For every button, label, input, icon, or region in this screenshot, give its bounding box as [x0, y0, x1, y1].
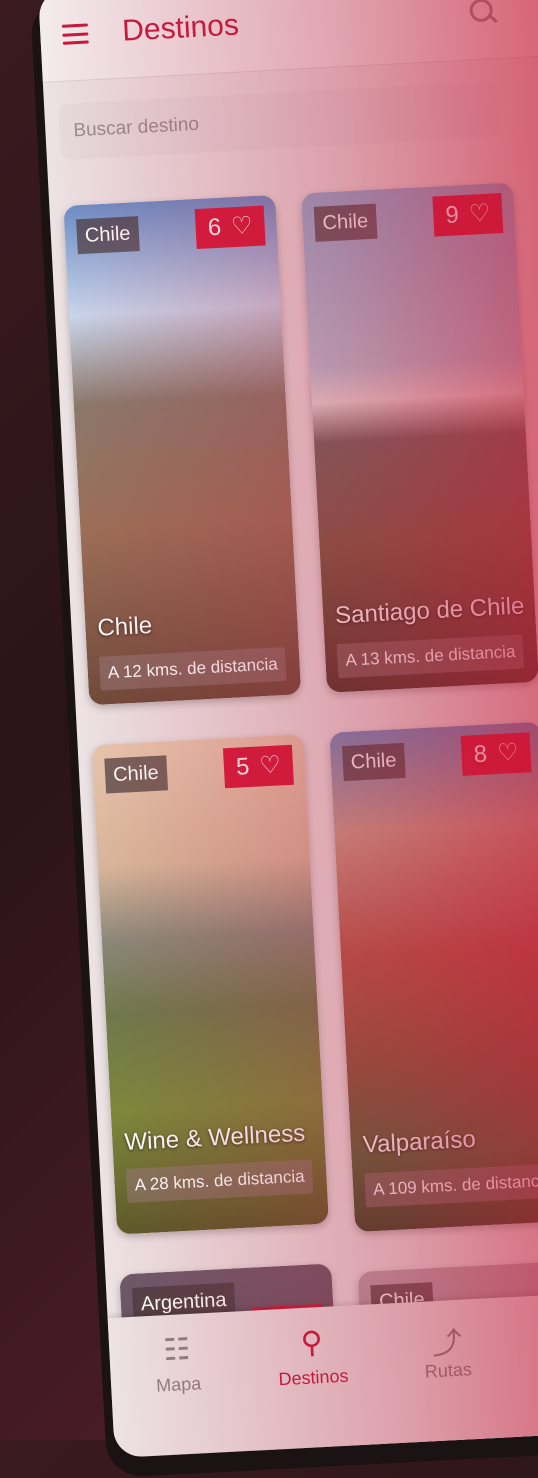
nav-label: Rutas — [424, 1359, 473, 1382]
like-count: 6 — [207, 213, 222, 242]
nav-label: Destinos — [278, 1365, 349, 1390]
map-icon: ☷ — [162, 1332, 192, 1368]
country-tag: Chile — [76, 216, 140, 255]
destination-card[interactable]: Chile 6 ♡ Chile A 12 kms. de distancia — [63, 194, 302, 706]
destination-card[interactable]: Chile 8 ♡ Valparaíso A 109 kms. de distan… — [329, 721, 538, 1233]
nav-label: Mapa — [155, 1373, 202, 1396]
search-icon: ⚲ — [299, 1325, 324, 1361]
card-title: Chile — [96, 611, 153, 642]
like-count: 9 — [444, 201, 460, 229]
country-tag: Chile — [341, 742, 406, 782]
app-bar: Destinos — [38, 0, 538, 83]
bottom-navigation: ☷ Mapa ⚲ Destinos ⤴ Rutas ▦ — [107, 1289, 538, 1458]
search-input[interactable] — [57, 81, 501, 161]
like-count: 8 — [473, 740, 488, 769]
heart-icon: ♡ — [258, 751, 282, 780]
favorite-badge[interactable]: 6♡ — [194, 205, 266, 250]
app-screen: Destinos Chile 6♡ Chile A 12 kms. de dis… — [38, 0, 538, 1458]
heart-icon: ♡ — [468, 199, 492, 228]
country-tag: Chile — [313, 203, 378, 242]
country-tag: Chile — [104, 755, 168, 794]
favorite-badge[interactable]: 8 ♡ — [460, 732, 532, 776]
route-icon: ⤴ — [431, 1326, 463, 1362]
nav-item-mapa[interactable]: ☷ Mapa — [121, 1330, 237, 1458]
destination-card[interactable]: Chile 5 ♡ Wine & Wellness A 28 kms. de di… — [91, 734, 329, 1235]
card-title: Valparaíso — [362, 1125, 477, 1159]
heart-icon: ♡ — [496, 738, 520, 768]
destination-card[interactable]: Chile 9 ♡ Santiago de Chile A 13 kms. de … — [301, 182, 538, 693]
destinations-grid: Chile 6 ♡ Chile A 12 kms. de distancia Ch… — [48, 158, 538, 1458]
hamburger-menu-icon[interactable] — [61, 23, 89, 45]
nav-item-destinos[interactable]: ⚲ Destinos — [256, 1323, 372, 1451]
nav-item-rutas[interactable]: ⤴ Rutas — [391, 1316, 507, 1444]
page-title: Destinos — [121, 8, 240, 48]
heart-icon: ♡ — [230, 212, 254, 241]
favorite-badge[interactable]: 9 ♡ — [432, 193, 504, 237]
nav-item-building[interactable]: ▦ — [525, 1309, 538, 1437]
search-icon[interactable] — [469, 0, 498, 27]
like-count: 5 — [235, 753, 251, 781]
favorite-badge[interactable]: 5 ♡ — [223, 744, 294, 789]
